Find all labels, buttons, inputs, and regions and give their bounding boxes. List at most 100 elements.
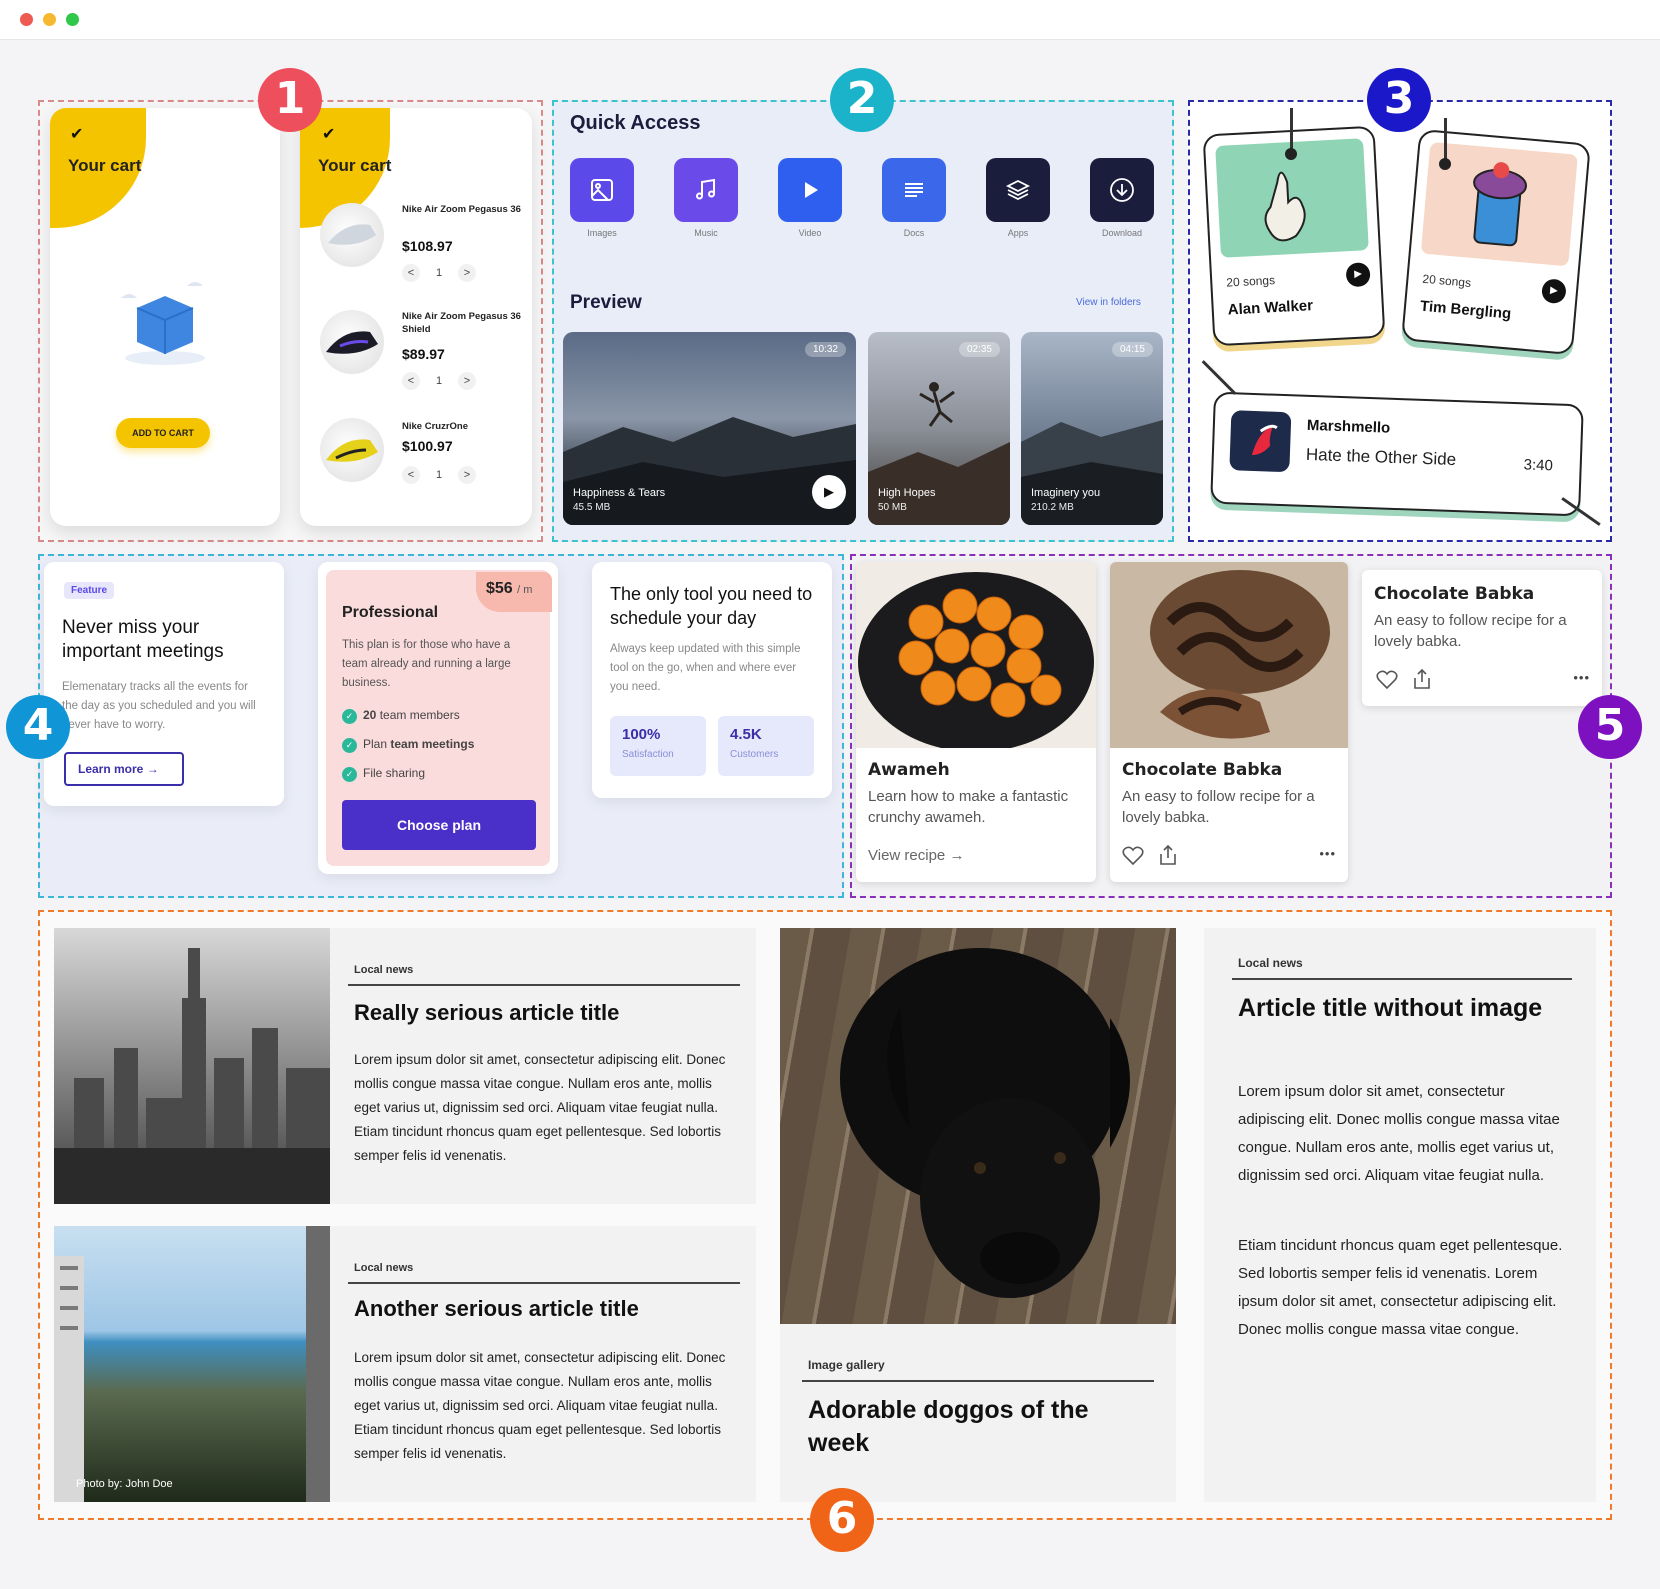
heart-icon[interactable]: [1122, 846, 1144, 871]
increment-button[interactable]: >: [458, 264, 476, 282]
tool-body: Always keep updated with this simple too…: [610, 643, 801, 693]
artist-card[interactable]: 20 songs Tim Bergling ▶: [1401, 128, 1591, 356]
feature-card: Feature Never miss your important meetin…: [44, 562, 284, 806]
video-title: Imaginery you: [1031, 487, 1101, 499]
increment-button[interactable]: >: [458, 372, 476, 390]
gallery-kicker: Image gallery: [808, 1358, 885, 1372]
feature-text: team members: [376, 708, 460, 722]
minimize-window-button[interactable]: [43, 13, 56, 26]
feature-bold: team meetings: [390, 737, 475, 751]
product-price: $100.97: [402, 438, 453, 454]
now-playing-card[interactable]: Marshmello Hate the Other Side 3:40: [1210, 391, 1584, 517]
shoe-image: [320, 203, 384, 267]
music-icon: [693, 177, 719, 203]
section-badge-4: 4: [6, 695, 70, 759]
plan-description: This plan is for those who have a team a…: [342, 639, 511, 689]
recipe-card[interactable]: Awameh Learn how to make a fantastic cru…: [856, 562, 1096, 882]
gallery-title: Adorable doggos of the week: [808, 1396, 1089, 1457]
maximize-window-button[interactable]: [66, 13, 79, 26]
nike-logo-icon: ✔: [70, 126, 84, 143]
quick-tile-images[interactable]: [570, 158, 634, 222]
article-kicker: Local news: [354, 964, 414, 976]
close-window-button[interactable]: [20, 13, 33, 26]
product-price: $89.97: [402, 346, 445, 362]
play-icon: ▶: [1353, 268, 1363, 280]
video-card[interactable]: 02:35 High Hopes 50 MB: [868, 332, 1010, 525]
add-to-cart-button[interactable]: ADD TO CART: [116, 418, 210, 448]
preview-title: Preview: [570, 292, 642, 313]
docs-icon: [901, 177, 927, 203]
plan-name: Professional: [342, 604, 439, 621]
view-in-folders-link[interactable]: View in folders: [1076, 297, 1141, 308]
video-card[interactable]: 04:15 Imaginery you 210.2 MB: [1021, 332, 1163, 525]
view-recipe-link[interactable]: View recipe →: [868, 847, 964, 864]
stat-value: 4.5K: [730, 726, 762, 743]
share-icon[interactable]: [1158, 844, 1178, 871]
tool-title: The only tool you need to schedule your …: [610, 584, 813, 628]
quantity-stepper: <1 >: [402, 372, 486, 390]
quick-tile-download[interactable]: [1090, 158, 1154, 222]
track-duration: 3:40: [1523, 456, 1554, 475]
tool-card: The only tool you need to schedule your …: [592, 562, 832, 798]
quick-access-title: Quick Access: [570, 112, 701, 134]
city-skyline-image: [54, 928, 330, 1204]
quick-tile-docs[interactable]: [882, 158, 946, 222]
recipe-title: Chocolate Babka: [1122, 760, 1283, 780]
track-artist: Marshmello: [1306, 416, 1391, 437]
quick-tile-label: Music: [694, 228, 718, 238]
stat-label: Customers: [730, 749, 779, 760]
more-options-button[interactable]: •••: [1573, 670, 1590, 685]
price-badge: $56 / m: [476, 572, 552, 612]
image-gallery-card[interactable]: Image gallery Adorable doggos of the wee…: [780, 928, 1176, 1502]
quick-tile-apps[interactable]: [986, 158, 1050, 222]
more-options-button[interactable]: •••: [1319, 846, 1336, 861]
quick-tile-label: Download: [1101, 228, 1143, 238]
plan-feature: ✓ Plan team meetings: [342, 737, 474, 753]
choose-plan-button[interactable]: Choose plan: [342, 800, 536, 850]
quick-tile-video[interactable]: [778, 158, 842, 222]
recipe-title: Chocolate Babka: [1374, 584, 1535, 604]
learn-more-button[interactable]: Learn more →: [64, 752, 184, 786]
heart-icon[interactable]: [1376, 670, 1398, 695]
news-article[interactable]: Local news Article title without image L…: [1204, 928, 1596, 1502]
recipe-card[interactable]: Chocolate Babka An easy to follow recipe…: [1110, 562, 1348, 882]
check-icon: ✓: [342, 709, 357, 724]
decrement-button[interactable]: <: [402, 372, 420, 390]
news-article[interactable]: Photo by: John Doe Local news Another se…: [54, 1226, 756, 1502]
window-titlebar: [0, 0, 1660, 40]
quick-tile-label: Images: [587, 228, 617, 238]
play-button[interactable]: ▶: [812, 475, 846, 509]
pin-head: [1439, 158, 1451, 170]
quantity-stepper: <1 >: [402, 264, 486, 282]
artist-name: Alan Walker: [1227, 297, 1314, 319]
play-button[interactable]: ▶: [1540, 278, 1567, 305]
news-article[interactable]: Local news Really serious article title …: [54, 928, 756, 1204]
song-count: 20 songs: [1421, 271, 1472, 290]
share-icon[interactable]: [1412, 668, 1432, 695]
empty-box-icon: [115, 278, 215, 368]
shoe-image: [320, 418, 384, 482]
stat-customers: 4.5K Customers: [718, 716, 814, 776]
cart-list-card: ✔ Your cart Nike Air Zoom Pegasus 36 $10…: [300, 108, 532, 526]
quick-tile-label: Video: [798, 228, 822, 238]
kicker-divider: [1232, 978, 1572, 980]
plan-feature: ✓ File sharing: [342, 766, 425, 782]
recipe-image-awameh: [856, 562, 1096, 752]
recipe-description: An easy to follow recipe for a lovely ba…: [1122, 788, 1315, 826]
decrement-button[interactable]: <: [402, 264, 420, 282]
check-icon: ✓: [342, 767, 357, 782]
video-card[interactable]: 10:32 Happiness & Tears 45.5 MB ▶: [563, 332, 856, 525]
quantity-value: 1: [435, 267, 443, 279]
decrement-button[interactable]: <: [402, 466, 420, 484]
section-badge-5: 5: [1578, 695, 1642, 759]
recipe-card-compact[interactable]: Chocolate Babka An easy to follow recipe…: [1362, 570, 1602, 706]
quick-tile-label: Apps: [1007, 228, 1029, 238]
cart-title: Your cart: [68, 156, 142, 175]
feature-title: Never miss your important meetings: [62, 617, 224, 662]
check-icon: ✓: [342, 738, 357, 753]
play-button[interactable]: ▶: [1345, 262, 1371, 288]
view-recipe-label: View recipe: [868, 847, 946, 864]
quick-tile-music[interactable]: [674, 158, 738, 222]
increment-button[interactable]: >: [458, 466, 476, 484]
article-kicker: Local news: [354, 1262, 414, 1274]
